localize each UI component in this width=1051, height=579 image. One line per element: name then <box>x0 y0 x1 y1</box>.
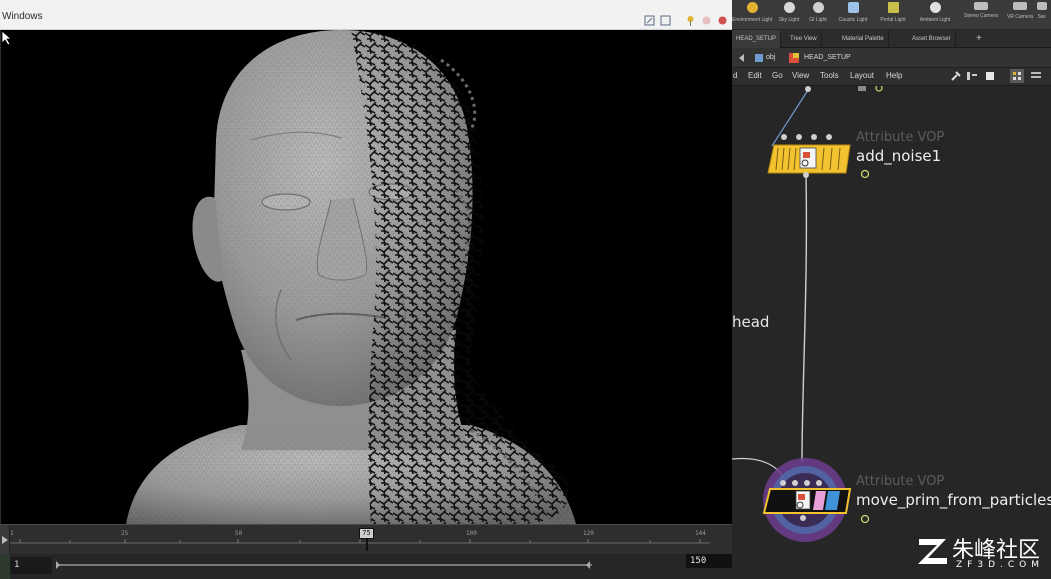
network-editor[interactable]: Attribute VOP add_noise1 head Attribute … <box>732 86 1051 579</box>
tab-material-palette[interactable]: Material Palette <box>838 30 889 48</box>
shelf-tool-caustic-light[interactable]: Caustic Light <box>833 2 873 28</box>
tick-label: 120 <box>583 530 594 537</box>
current-frame-indicator[interactable]: 75 <box>359 528 374 539</box>
site-watermark: 朱峰社区 ZF3D.COM <box>916 532 1046 574</box>
add-tab-icon[interactable]: + <box>972 30 986 48</box>
node-name-label[interactable]: move_prim_from_particles <box>856 491 1051 509</box>
list-view-icon[interactable] <box>1030 70 1042 84</box>
range-handle[interactable] <box>0 554 10 579</box>
shelf-tool-environment-light[interactable]: Environment Light <box>732 2 772 28</box>
maximize-icon[interactable] <box>660 11 671 26</box>
zf-logo-icon <box>918 539 947 564</box>
minimize-icon[interactable] <box>644 11 655 26</box>
shelf-tool-label: Swi <box>1037 14 1046 20</box>
tick-label: 144 <box>695 530 706 537</box>
shelf-tool-portal-light[interactable]: Portal Light <box>873 2 913 28</box>
menu-item-view[interactable]: View <box>792 71 809 80</box>
tick-label: 50 <box>235 530 243 537</box>
network-path-bar: obj HEAD_SETUP <box>732 48 1051 68</box>
viewport-titlebar: Windows <box>0 0 732 30</box>
shelf-toolbar: Environment Light Sky Light GI Light Cau… <box>732 0 1051 30</box>
3d-viewport[interactable] <box>0 30 732 524</box>
network-menu-bar: d Edit Go View Tools Layout Help <box>732 68 1051 86</box>
playhead-line <box>366 539 368 551</box>
shelf-tool-label: Ambient Light <box>919 17 951 23</box>
shelf-tool-label: GI Light <box>809 17 827 23</box>
tab-head-setup[interactable]: HEAD_SETUP <box>732 30 782 48</box>
layout-icon[interactable] <box>966 70 978 84</box>
head-node-label[interactable]: head <box>732 313 769 331</box>
play-icon[interactable] <box>0 525 10 555</box>
switcher-icon <box>1036 2 1047 10</box>
grid-view-icon[interactable] <box>1010 69 1024 85</box>
caustic-light-icon <box>847 2 859 13</box>
pin-icon[interactable] <box>685 11 696 26</box>
shelf-tool-label: Portal Light <box>880 17 906 23</box>
shelf-tool-gi-light[interactable]: GI Light <box>798 2 838 28</box>
shelf-tool-switcher[interactable]: Swi <box>1032 2 1051 28</box>
mouse-cursor-icon <box>1 30 13 46</box>
window-title: Windows <box>2 11 43 22</box>
stereo-camera-icon <box>974 2 988 10</box>
tick-label: 25 <box>121 530 129 537</box>
tab-asset-browser[interactable]: Asset Browser <box>908 30 956 48</box>
obj-context-icon <box>754 52 764 64</box>
head-mesh-render <box>126 30 576 524</box>
shelf-tool-ambient-light[interactable]: Ambient Light <box>915 2 955 28</box>
shelf-tool-label: Environment Light <box>732 17 773 23</box>
shelf-tool-label: Stereo Camera <box>964 13 998 19</box>
path-back-icon[interactable] <box>736 52 750 64</box>
vr-camera-icon <box>1013 2 1027 10</box>
node-add-noise1 <box>767 134 870 179</box>
node-move-prim-from-particles <box>762 458 870 542</box>
shelf-tool-label: Caustic Light <box>838 17 868 23</box>
range-start-field[interactable]: 1 <box>10 557 52 574</box>
tab-tree-view[interactable]: Tree View <box>786 30 822 48</box>
node-type-label: Attribute VOP <box>856 474 945 489</box>
tick-label: 100 <box>466 530 477 537</box>
range-end-field[interactable]: 150 <box>686 554 732 568</box>
node-name-label[interactable]: add_noise1 <box>856 147 941 165</box>
pane-tab-bar: HEAD_SETUP Tree View Material Palette As… <box>732 30 1051 48</box>
tick-label: 1 <box>10 530 14 537</box>
sky-light-icon <box>783 2 795 13</box>
path-node[interactable]: HEAD_SETUP <box>804 52 851 64</box>
square-icon[interactable] <box>984 70 996 84</box>
menu-item-go[interactable]: Go <box>772 71 783 80</box>
timeline-bar[interactable]: 1 25 50 100 120 144 75 <box>0 524 732 555</box>
menu-item-layout[interactable]: Layout <box>850 71 874 80</box>
path-context[interactable]: obj <box>766 52 775 64</box>
wrench-icon[interactable] <box>950 70 962 84</box>
gi-light-icon <box>812 2 824 13</box>
menu-item-tools[interactable]: Tools <box>820 71 839 80</box>
shelf-tool-stereo-camera[interactable]: Stereo Camera <box>961 2 1001 28</box>
portal-light-icon <box>887 2 899 13</box>
menu-item-edit[interactable]: Edit <box>748 71 762 80</box>
menu-item-d[interactable]: d <box>733 71 737 80</box>
close-icon[interactable] <box>717 11 728 25</box>
environment-light-icon <box>746 2 758 13</box>
menu-item-help[interactable]: Help <box>886 71 902 80</box>
frame-range-bar: 1 150 <box>0 554 732 579</box>
record-icon[interactable] <box>701 11 712 25</box>
geometry-node-icon <box>788 52 800 64</box>
ambient-light-icon <box>929 2 941 13</box>
node-type-label: Attribute VOP <box>856 130 945 145</box>
range-slider[interactable] <box>56 561 592 569</box>
watermark-text-en: ZF3D.COM <box>956 560 1044 570</box>
